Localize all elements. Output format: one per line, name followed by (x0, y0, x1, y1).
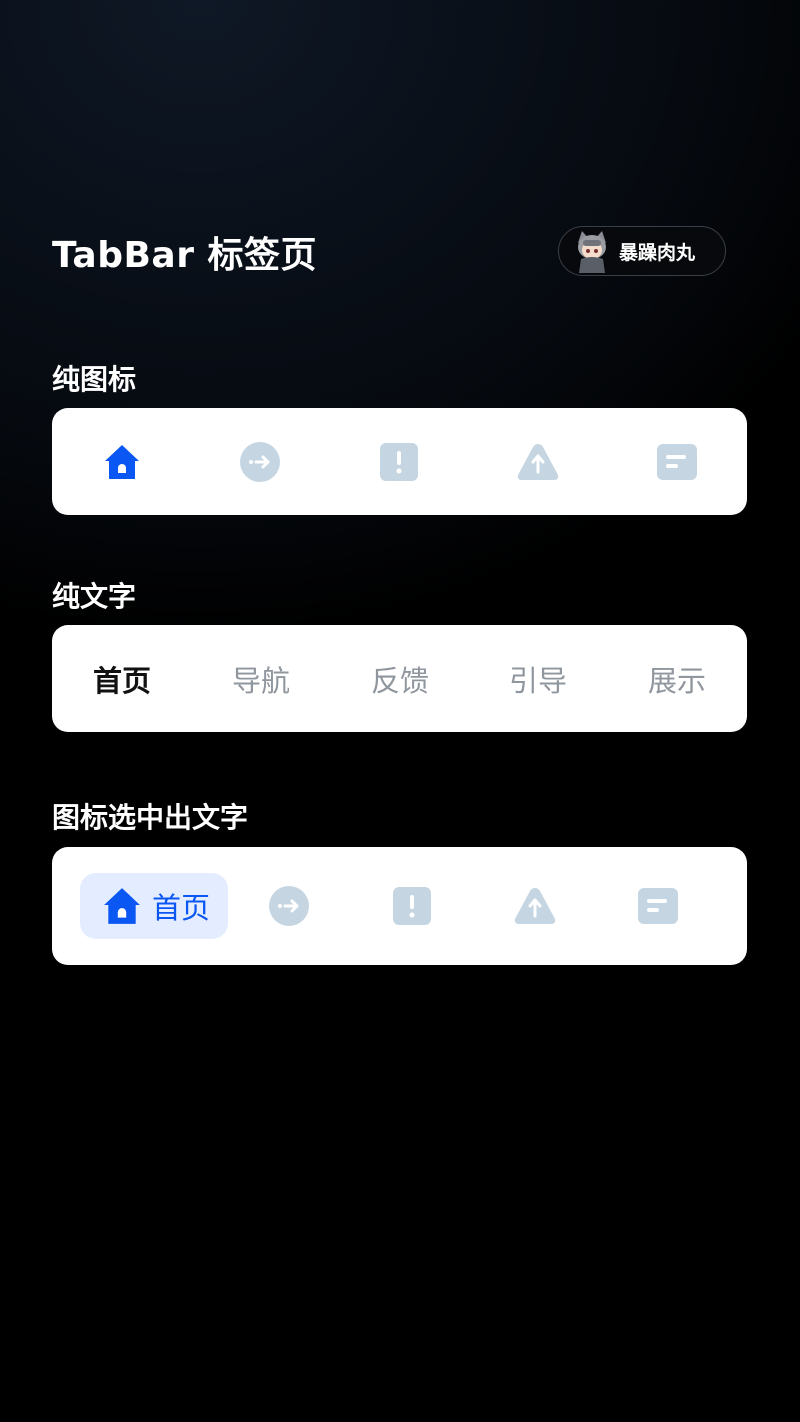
home-icon (105, 445, 139, 479)
tab-display[interactable]: 展示 (629, 651, 725, 707)
arrow-circle-icon (240, 442, 280, 482)
author-name: 暴躁肉丸 (619, 241, 696, 264)
tab-guide[interactable] (505, 876, 565, 936)
tab-home[interactable] (92, 432, 152, 492)
author-badge[interactable]: 暴躁肉丸 (558, 226, 726, 276)
avatar (578, 231, 606, 273)
tab-display[interactable] (628, 876, 688, 936)
message-square-icon (638, 888, 678, 924)
tabbar-icons (52, 408, 747, 515)
tab-feedback[interactable]: 反馈 (352, 651, 448, 707)
message-square-icon (657, 444, 697, 480)
tab-navigation[interactable] (230, 432, 290, 492)
tab-navigation[interactable]: 导航 (213, 651, 309, 707)
tab-home[interactable]: 首页 (74, 651, 170, 707)
tab-home-active[interactable]: 首页 (80, 873, 228, 939)
section-title-icons: 纯图标 (52, 363, 137, 396)
tab-feedback[interactable] (369, 432, 429, 492)
section-title-icon-label: 图标选中出文字 (52, 801, 249, 834)
tab-display[interactable] (647, 432, 707, 492)
warning-triangle-icon (514, 888, 556, 924)
section-title-text: 纯文字 (52, 580, 137, 613)
home-icon (104, 888, 140, 924)
warning-triangle-icon (517, 444, 559, 480)
page-title: TabBar 标签页 (52, 235, 317, 276)
tabbar-icon-label: 首页 (52, 847, 747, 965)
alert-square-icon (393, 887, 431, 925)
tab-navigation[interactable] (259, 876, 319, 936)
tab-guide[interactable] (508, 432, 568, 492)
arrow-circle-icon (269, 886, 309, 926)
tab-feedback[interactable] (382, 876, 442, 936)
tab-guide[interactable]: 引导 (490, 651, 586, 707)
alert-square-icon (380, 443, 418, 481)
tab-home-label: 首页 (152, 891, 211, 925)
tabbar-text: 首页 导航 反馈 引导 展示 (52, 625, 747, 732)
